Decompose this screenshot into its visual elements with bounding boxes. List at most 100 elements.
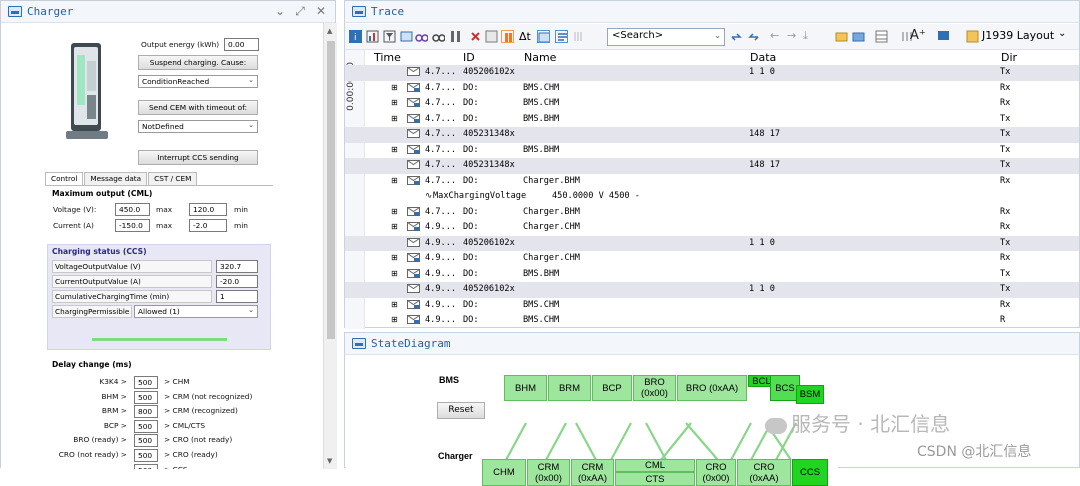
search-back-icon[interactable]: [730, 30, 743, 43]
send-cem-button[interactable]: Send CEM with timeout of:: [138, 100, 258, 115]
col-dir[interactable]: Dir: [1001, 51, 1017, 64]
scroll-up-icon[interactable]: ▲: [327, 27, 332, 35]
trace-row[interactable]: ⊞ 4.7... DO: BMS.CHM Rx: [345, 96, 1079, 112]
suspend-charging-button[interactable]: Suspend charging. Cause:: [138, 55, 258, 70]
info-icon[interactable]: i: [349, 30, 362, 43]
voltage-max-input[interactable]: 120.0: [189, 203, 227, 216]
delay-input[interactable]: 500: [134, 463, 158, 469]
signal-row[interactable]: ∿ MaxChargingVoltage 450.0000 V 4500 -: [345, 189, 1079, 205]
trace-row[interactable]: ⊞ 4.7... DO: BMS.BHM Tx: [345, 112, 1079, 128]
filter-icon[interactable]: [383, 30, 396, 43]
layout-icon[interactable]: [966, 30, 979, 43]
expand-icon[interactable]: ⊞: [391, 253, 398, 262]
current-input[interactable]: -150.0: [115, 219, 150, 232]
cause-select[interactable]: ConditionReached ⌄: [138, 75, 258, 88]
chevron-down-icon[interactable]: ⌄: [273, 4, 287, 18]
row-id: DO:: [463, 144, 479, 155]
row-data: 148 17: [749, 129, 781, 139]
expand-icon[interactable]: ⊞: [391, 98, 398, 107]
detail-icon[interactable]: [537, 30, 550, 43]
trace-row[interactable]: 4.7... 405231348x 148 17 Tx: [345, 158, 1079, 174]
output-energy-field[interactable]: 0.00: [224, 38, 259, 51]
charger-scrollbar[interactable]: ▲ ▼: [323, 23, 337, 469]
trace-row[interactable]: ⊞ 4.9... DO: BMS.BHM Tx: [345, 267, 1079, 283]
trace-row[interactable]: ⊞ 4.9... DO: Charger.CHM Rx: [345, 220, 1079, 236]
voltage-input[interactable]: 450.0: [115, 203, 150, 216]
col-data[interactable]: Data: [750, 51, 776, 64]
layout-label[interactable]: J1939 Layout: [982, 29, 1054, 42]
trace-row[interactable]: 4.9... 405206102x 1 1 0 Tx: [345, 282, 1079, 298]
close-icon[interactable]: ✕: [314, 4, 328, 18]
delay-input[interactable]: 500: [134, 376, 158, 389]
table-icon[interactable]: [875, 30, 888, 43]
status-voltage-value[interactable]: 320.7: [216, 260, 258, 273]
pause-icon[interactable]: [501, 30, 514, 43]
expand-icon[interactable]: ⊞: [391, 114, 398, 123]
status-current-value[interactable]: -20.0: [216, 275, 258, 288]
delay-input[interactable]: 500: [134, 449, 158, 462]
col-id[interactable]: ID: [463, 51, 475, 64]
scroll-thumb[interactable]: [327, 41, 335, 339]
expand-icon[interactable]: ⊞: [391, 145, 398, 154]
scroll-down-icon[interactable]: ▼: [327, 457, 332, 465]
font-icon[interactable]: A⁺: [910, 28, 926, 43]
color-icon[interactable]: [937, 30, 950, 43]
chevron-down-icon[interactable]: ⌄: [1058, 28, 1066, 39]
interrupt-ccs-button[interactable]: Interrupt CCS sending: [138, 150, 258, 165]
current-max-input[interactable]: -2.0: [189, 219, 227, 232]
delay-input[interactable]: 500: [134, 419, 158, 433]
expand-icon[interactable]: ⊞: [391, 300, 398, 309]
col-time[interactable]: Time: [374, 51, 401, 64]
find-next-icon[interactable]: [432, 30, 445, 43]
trace-row[interactable]: ⊞ 4.7... DO: Charger.BHM Rx: [345, 174, 1079, 190]
view-icon[interactable]: [400, 30, 413, 43]
tab-control[interactable]: Control: [45, 172, 84, 185]
maximize-icon[interactable]: ⤢: [293, 4, 307, 19]
row-name: BMS.BHM: [523, 144, 560, 155]
arrow-left-icon[interactable]: ←: [770, 29, 779, 42]
trace-titlebar: Trace: [345, 1, 1079, 23]
message-icon: [407, 299, 420, 312]
delay-input[interactable]: 500: [134, 390, 158, 404]
expand-icon[interactable]: ⊞: [391, 176, 398, 185]
trace-row[interactable]: 4.7... 405206102x 1 1 0 Tx: [345, 65, 1079, 81]
tab-cst-cem[interactable]: CST / CEM: [148, 172, 198, 185]
expand-icon[interactable]: ⊞: [391, 315, 398, 324]
col-name[interactable]: Name: [524, 51, 556, 64]
state-diagram-titlebar: StateDiagram: [345, 333, 1079, 355]
trace-row[interactable]: ⊞ 4.9... DO: BMS.CHM Rx: [345, 298, 1079, 314]
trace-row[interactable]: ⊞ 4.7... DO: Charger.BHM Rx: [345, 205, 1079, 221]
search-forward-icon[interactable]: [747, 30, 760, 43]
expand-icon[interactable]: ⊞: [391, 207, 398, 216]
clear-icon[interactable]: [469, 30, 482, 43]
grid-icon[interactable]: [573, 30, 586, 43]
column-icon[interactable]: [449, 30, 462, 43]
binoculars-icon[interactable]: [415, 30, 428, 43]
chronological-icon[interactable]: [555, 30, 568, 43]
delta-time-icon[interactable]: Δt: [519, 30, 531, 43]
trace-row[interactable]: 4.7... 405231348x 148 17 Tx: [345, 127, 1079, 143]
trace-row[interactable]: ⊞ 4.7... DO: BMS.BHM Tx: [345, 143, 1079, 159]
folder-icon[interactable]: [835, 30, 848, 43]
arrow-right-icon[interactable]: →: [787, 29, 796, 42]
trace-row[interactable]: ⊞ 4.9... DO: Charger.CHM Rx: [345, 251, 1079, 267]
expand-icon[interactable]: ⊞: [391, 83, 398, 92]
status-time-value[interactable]: 1: [216, 290, 258, 303]
trace-row[interactable]: ⊞ 4.7... DO: BMS.CHM Rx: [345, 81, 1079, 97]
search-input[interactable]: <Search> ⌄: [607, 28, 725, 46]
trace-row[interactable]: ⊞ 4.9... DO: BMS.CHM R: [345, 313, 1079, 329]
toggle-view-icon[interactable]: [485, 30, 498, 43]
delay-input[interactable]: 500: [134, 434, 158, 448]
permissible-select[interactable]: Allowed (1) ⌄: [134, 305, 258, 318]
row-id: 405231348x: [463, 129, 515, 139]
stats-icon[interactable]: [366, 30, 379, 43]
expand-icon[interactable]: ⊞: [391, 222, 398, 231]
tab-message-data[interactable]: Message data: [84, 172, 148, 185]
trace-row[interactable]: 4.9... 405206102x 1 1 0 Tx: [345, 235, 1079, 251]
symbols-icon[interactable]: [852, 30, 865, 43]
expand-icon[interactable]: ⊞: [391, 269, 398, 278]
row-dir: Rx: [1000, 206, 1011, 217]
delay-input[interactable]: 800: [134, 405, 158, 419]
timeout-select[interactable]: NotDefined ⌄: [138, 120, 258, 133]
jump-icon[interactable]: ⤓: [803, 29, 808, 43]
